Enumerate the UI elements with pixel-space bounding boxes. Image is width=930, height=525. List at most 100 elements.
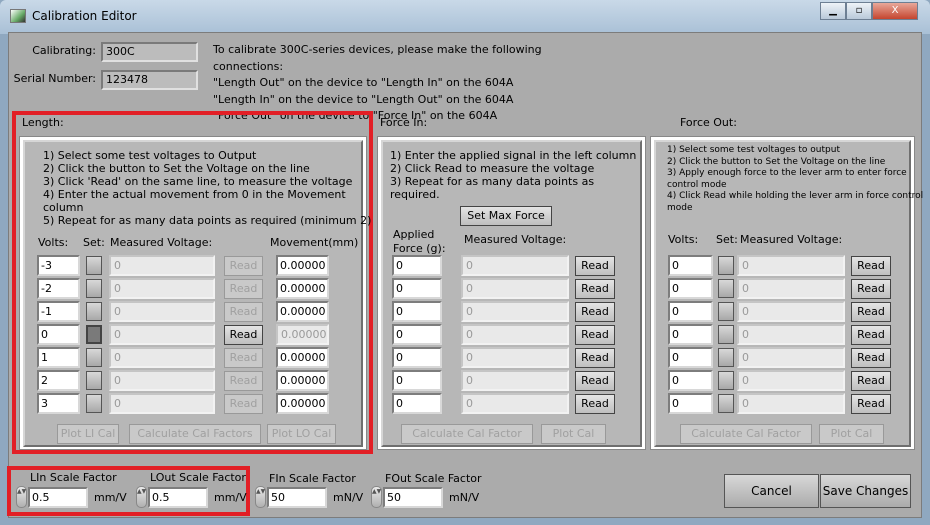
length-movement-input[interactable]: 0.00000: [276, 393, 329, 414]
force-out-volts-input[interactable]: 0: [668, 393, 713, 414]
cancel-button[interactable]: Cancel: [724, 474, 819, 508]
instruction-line: "Length In" on the device to "Length Out…: [213, 92, 514, 106]
force-in-calculate-button[interactable]: Calculate Cal Factor: [401, 424, 533, 444]
length-read-button[interactable]: Read: [224, 348, 263, 368]
length-read-button[interactable]: Read: [224, 256, 263, 276]
calibrating-label: Calibrating:: [32, 44, 96, 57]
force-out-read-button[interactable]: Read: [851, 371, 891, 391]
force-out-volts-input[interactable]: 0: [668, 347, 713, 368]
force-out-set-button[interactable]: [718, 302, 734, 321]
force-out-read-button[interactable]: Read: [851, 325, 891, 345]
applied-force-input[interactable]: 0: [392, 301, 442, 322]
length-movement-input[interactable]: 0.00000: [276, 347, 329, 368]
force-out-volts-input[interactable]: 0: [668, 278, 713, 299]
length-set-button[interactable]: [86, 302, 102, 321]
length-measured-field: 0: [109, 393, 215, 414]
plot-li-cal-button[interactable]: Plot LI Cal: [57, 424, 119, 444]
applied-force-input[interactable]: 0: [392, 347, 442, 368]
length-read-button[interactable]: Read: [224, 371, 263, 391]
length-set-button[interactable]: [86, 394, 102, 413]
force-out-calculate-button[interactable]: Calculate Cal Factor: [680, 424, 812, 444]
force-out-volts-input[interactable]: 0: [668, 301, 713, 322]
force-out-measured-field: 0: [737, 255, 845, 276]
length-volts-input[interactable]: 3: [37, 393, 80, 414]
scale-factor-input[interactable]: 0.5: [28, 487, 88, 508]
applied-force-input[interactable]: 0: [392, 255, 442, 276]
length-read-button[interactable]: Read: [224, 325, 263, 345]
spinner-arrows-icon[interactable]: ▲▼: [136, 486, 147, 508]
force-out-set-button[interactable]: [718, 371, 734, 390]
length-measured-field: 0: [109, 324, 215, 345]
force-in-read-button[interactable]: Read: [575, 371, 615, 391]
force-in-measured-field: 0: [461, 278, 569, 299]
force-out-read-button[interactable]: Read: [851, 302, 891, 322]
plot-lo-cal-button[interactable]: Plot LO Cal: [267, 424, 336, 444]
force-out-read-button[interactable]: Read: [851, 256, 891, 276]
length-measured-field: 0: [109, 347, 215, 368]
length-movement-input[interactable]: 0.00000: [276, 255, 329, 276]
length-volts-header: Volts:: [38, 236, 69, 249]
force-out-read-button[interactable]: Read: [851, 279, 891, 299]
applied-header-1: Applied: [393, 228, 435, 241]
close-button[interactable]: X: [872, 2, 918, 20]
set-max-force-button[interactable]: Set Max Force: [460, 206, 552, 226]
scale-factor-input[interactable]: 50: [267, 487, 327, 508]
force-out-set-button[interactable]: [718, 394, 734, 413]
force-in-plot-button[interactable]: Plot Cal: [541, 424, 606, 444]
force-in-read-button[interactable]: Read: [575, 256, 615, 276]
length-read-button[interactable]: Read: [224, 394, 263, 414]
length-volts-input[interactable]: 1: [37, 347, 80, 368]
length-read-button[interactable]: Read: [224, 302, 263, 322]
force-in-read-button[interactable]: Read: [575, 302, 615, 322]
length-movement-input[interactable]: 0.00000: [276, 301, 329, 322]
calculate-cal-factors-button[interactable]: Calculate Cal Factors: [129, 424, 261, 444]
force-out-volts-input[interactable]: 0: [668, 255, 713, 276]
length-set-button[interactable]: [86, 371, 102, 390]
applied-force-input[interactable]: 0: [392, 278, 442, 299]
spinner-arrows-icon[interactable]: ▲▼: [16, 486, 27, 508]
force-in-read-button[interactable]: Read: [575, 325, 615, 345]
force-out-plot-button[interactable]: Plot Cal: [819, 424, 884, 444]
force-out-set-button[interactable]: [718, 279, 734, 298]
minimize-button[interactable]: ▁: [820, 2, 846, 20]
save-changes-button[interactable]: Save Changes: [820, 474, 911, 508]
scale-factor-unit: mm/V: [214, 491, 247, 504]
force-out-set-button[interactable]: [718, 348, 734, 367]
serial-number-label: Serial Number:: [13, 72, 96, 85]
length-volts-input[interactable]: -2: [37, 278, 80, 299]
force-in-read-button[interactable]: Read: [575, 394, 615, 414]
window-title: Calibration Editor: [32, 9, 137, 23]
force-out-read-button[interactable]: Read: [851, 348, 891, 368]
maximize-button[interactable]: ▫: [846, 2, 872, 20]
length-set-button[interactable]: [86, 279, 102, 298]
length-read-button[interactable]: Read: [224, 279, 263, 299]
length-set-button[interactable]: [86, 325, 102, 344]
force-out-set-button[interactable]: [718, 256, 734, 275]
applied-force-input[interactable]: 0: [392, 324, 442, 345]
force-out-read-button[interactable]: Read: [851, 394, 891, 414]
length-volts-input[interactable]: -3: [37, 255, 80, 276]
length-measured-field: 0: [109, 255, 215, 276]
force-out-volts-input[interactable]: 0: [668, 324, 713, 345]
spinner-arrows-icon[interactable]: ▲▼: [371, 486, 382, 508]
force-in-read-button[interactable]: Read: [575, 348, 615, 368]
instruction-line: 3) Click 'Read' on the same line, to mea…: [43, 175, 353, 188]
applied-force-input[interactable]: 0: [392, 393, 442, 414]
length-movement-input[interactable]: 0.00000: [276, 370, 329, 391]
length-set-button[interactable]: [86, 256, 102, 275]
scale-factor-input[interactable]: 0.5: [148, 487, 208, 508]
length-movement-input[interactable]: 0.00000: [276, 324, 329, 345]
scale-factor-input[interactable]: 50: [383, 487, 443, 508]
length-volts-input[interactable]: -1: [37, 301, 80, 322]
force-out-set-button[interactable]: [718, 325, 734, 344]
length-movement-input[interactable]: 0.00000: [276, 278, 329, 299]
length-volts-input[interactable]: 0: [37, 324, 80, 345]
length-volts-input[interactable]: 2: [37, 370, 80, 391]
length-set-button[interactable]: [86, 348, 102, 367]
force-in-read-button[interactable]: Read: [575, 279, 615, 299]
force-out-measured-field: 0: [737, 347, 845, 368]
force-in-measured-field: 0: [461, 347, 569, 368]
force-out-volts-input[interactable]: 0: [668, 370, 713, 391]
spinner-arrows-icon[interactable]: ▲▼: [255, 486, 266, 508]
applied-force-input[interactable]: 0: [392, 370, 442, 391]
